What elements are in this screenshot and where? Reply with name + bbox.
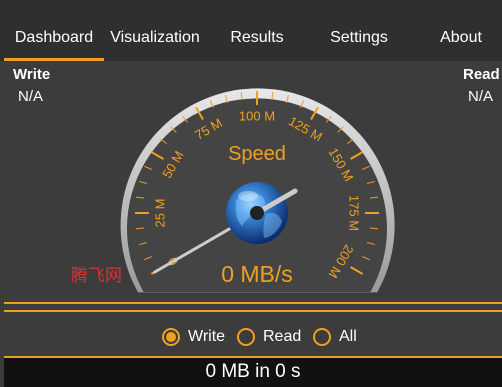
tab-settings[interactable]: Settings bbox=[314, 28, 404, 48]
tab-about[interactable]: About bbox=[420, 28, 502, 48]
divider-top bbox=[4, 302, 502, 304]
gauge-readout: 0 MB/s bbox=[221, 261, 293, 287]
gauge-title: Speed bbox=[228, 143, 286, 165]
tab-visualization[interactable]: Visualization bbox=[104, 28, 206, 48]
radio-write-label: Write bbox=[188, 328, 226, 345]
radio-selected-dot bbox=[166, 332, 176, 342]
result-bar: 0 MB in 0 s bbox=[4, 356, 502, 387]
divider-bottom bbox=[4, 310, 502, 312]
radio-read-label: Read bbox=[263, 328, 302, 345]
radio-write[interactable]: Write bbox=[162, 325, 225, 349]
tab-dashboard[interactable]: Dashboard bbox=[4, 28, 104, 48]
gauge-hub bbox=[250, 206, 264, 220]
mode-radio-group: Write Read All bbox=[0, 320, 502, 354]
radio-read[interactable]: Read bbox=[237, 325, 301, 349]
tab-bar: Dashboard Visualization Results Settings… bbox=[0, 0, 502, 61]
radio-all-label: All bbox=[339, 328, 357, 345]
radio-all-ring bbox=[313, 328, 331, 346]
gauge-tick-label: 100 M bbox=[239, 108, 275, 123]
gauge-tick-label: 175 M bbox=[347, 195, 362, 231]
gauge-tick-label: 25 M bbox=[152, 199, 167, 228]
watermark-text: 腾飞网 bbox=[71, 266, 122, 286]
radio-write-ring bbox=[162, 328, 180, 346]
radio-read-ring bbox=[237, 328, 255, 346]
result-text: 0 MB in 0 s bbox=[205, 361, 301, 382]
tab-results[interactable]: Results bbox=[212, 28, 302, 48]
radio-all[interactable]: All bbox=[313, 325, 357, 349]
